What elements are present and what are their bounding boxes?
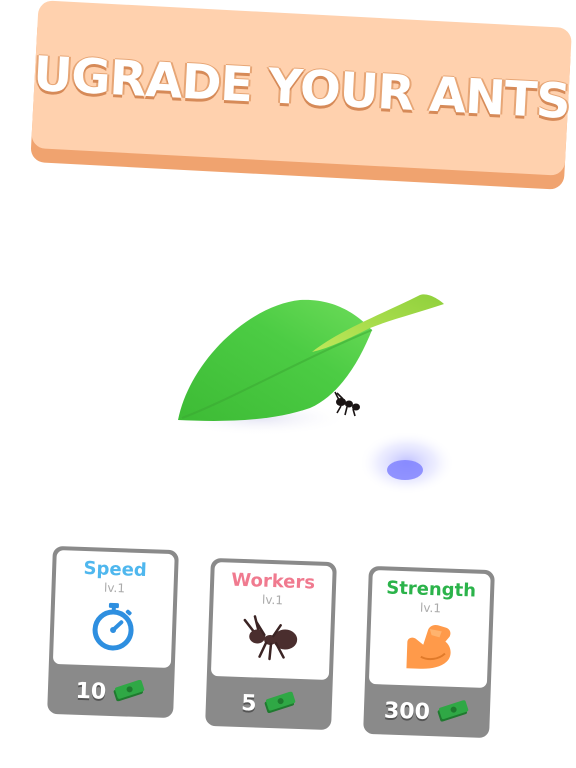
card-title: Workers xyxy=(230,569,316,594)
card-body: Workers lv.1 xyxy=(210,561,333,681)
upgrade-card-speed[interactable]: Speed lv.1 10 xyxy=(47,545,179,719)
cash-icon xyxy=(435,699,470,726)
stopwatch-icon xyxy=(89,600,137,656)
flexed-arm-icon xyxy=(400,620,458,676)
card-footer: 5 xyxy=(209,682,328,726)
nest-hole xyxy=(359,431,455,495)
upgrade-card-strength[interactable]: Strength lv.1 300 xyxy=(363,565,495,739)
leaf xyxy=(178,294,444,421)
card-title: Strength xyxy=(385,577,477,602)
cash-icon xyxy=(262,691,297,718)
cash-icon xyxy=(112,679,147,706)
card-price: 10 xyxy=(75,678,107,705)
card-footer: 10 xyxy=(51,670,170,714)
card-level: lv.1 xyxy=(103,580,126,596)
card-title: Speed xyxy=(83,557,148,582)
card-level: lv.1 xyxy=(419,600,442,616)
card-level: lv.1 xyxy=(261,592,284,608)
card-body: Speed lv.1 xyxy=(52,549,175,669)
card-price: 300 xyxy=(383,697,431,725)
card-price: 5 xyxy=(240,690,258,717)
ant-icon xyxy=(239,612,303,668)
card-body: Strength lv.1 xyxy=(368,569,491,689)
upgrade-card-workers[interactable]: Workers lv.1 5 xyxy=(205,557,337,731)
card-footer: 300 xyxy=(367,690,486,734)
